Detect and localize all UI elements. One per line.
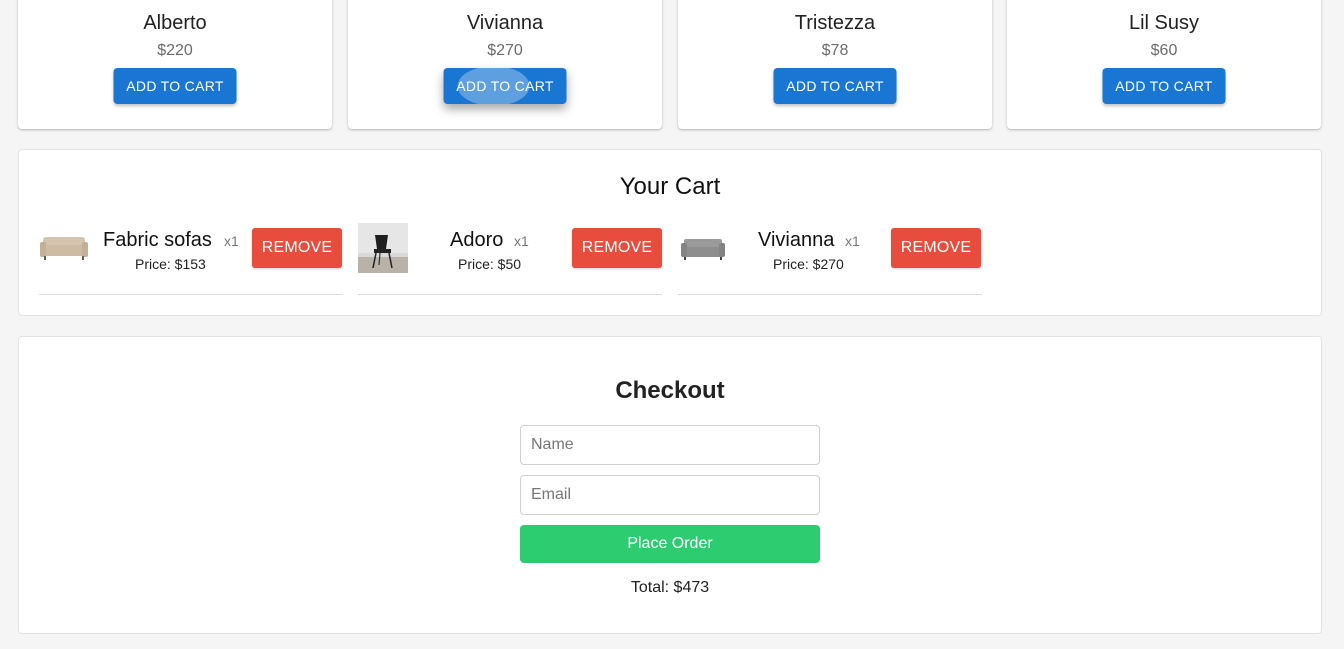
- add-to-cart-button[interactable]: ADD TO CART: [443, 68, 567, 104]
- product-price: $78: [821, 42, 849, 59]
- cart-title: Your Cart: [619, 173, 721, 200]
- cart-item-name: Fabric sofas: [103, 229, 212, 251]
- product-name: Tristezza: [794, 12, 876, 34]
- product-list: Alberto $220 ADD TO CART Vivianna $270 A…: [18, 0, 1322, 129]
- checkout-title: Checkout: [615, 377, 725, 404]
- add-to-cart-label: ADD TO CART: [786, 78, 884, 94]
- checkout-panel: Checkout Place Order Total: $473: [18, 336, 1322, 634]
- beige-sofa-image: [39, 223, 89, 273]
- product-card: Lil Susy $60 ADD TO CART: [1007, 0, 1321, 129]
- add-to-cart-label: ADD TO CART: [1115, 78, 1213, 94]
- product-card: Vivianna $270 ADD TO CART: [348, 0, 662, 129]
- cart-item-qty: x1: [224, 233, 239, 249]
- remove-button[interactable]: REMOVE: [252, 228, 342, 268]
- product-price: $60: [1150, 42, 1178, 59]
- product-card: Alberto $220 ADD TO CART: [18, 0, 332, 129]
- cart-item-qty: x1: [514, 233, 529, 249]
- product-name: Lil Susy: [1128, 12, 1200, 34]
- add-to-cart-label: ADD TO CART: [126, 78, 224, 94]
- black-chair-image: [358, 223, 408, 273]
- cart-item-name: Vivianna: [758, 229, 835, 251]
- cart-item-price: Price: $270: [773, 256, 844, 272]
- page: Alberto $220 ADD TO CART Vivianna $270 A…: [0, 0, 1344, 649]
- name-input[interactable]: [520, 425, 820, 465]
- add-to-cart-button[interactable]: ADD TO CART: [113, 68, 237, 104]
- email-input[interactable]: [520, 475, 820, 515]
- product-name: Alberto: [143, 12, 207, 34]
- product-price: $270: [487, 42, 523, 59]
- cart-item-name: Adoro: [450, 229, 504, 251]
- cart-item-qty: x1: [845, 233, 860, 249]
- product-name: Vivianna: [466, 12, 544, 34]
- remove-button[interactable]: REMOVE: [891, 228, 981, 268]
- cart-item: Adoro x1 Price: $50 REMOVE: [358, 222, 662, 295]
- cart-item: Fabric sofas x1 Price: $153 REMOVE: [39, 222, 343, 295]
- add-to-cart-label: ADD TO CART: [456, 78, 554, 94]
- cart-item-price: Price: $153: [135, 256, 206, 272]
- place-order-button[interactable]: Place Order: [520, 525, 820, 563]
- add-to-cart-button[interactable]: ADD TO CART: [773, 68, 897, 104]
- add-to-cart-button[interactable]: ADD TO CART: [1102, 68, 1226, 104]
- order-total: Total: $473: [630, 579, 710, 596]
- grey-sofa-image: [678, 223, 728, 273]
- cart-panel: Your Cart Fabric sofas x1 Price: $153 RE…: [18, 149, 1322, 316]
- cart-item-price: Price: $50: [458, 256, 522, 272]
- cart-item: Vivianna x1 Price: $270 REMOVE: [678, 222, 982, 295]
- product-price: $220: [157, 42, 193, 59]
- product-card: Tristezza $78 ADD TO CART: [678, 0, 992, 129]
- remove-button[interactable]: REMOVE: [572, 228, 662, 268]
